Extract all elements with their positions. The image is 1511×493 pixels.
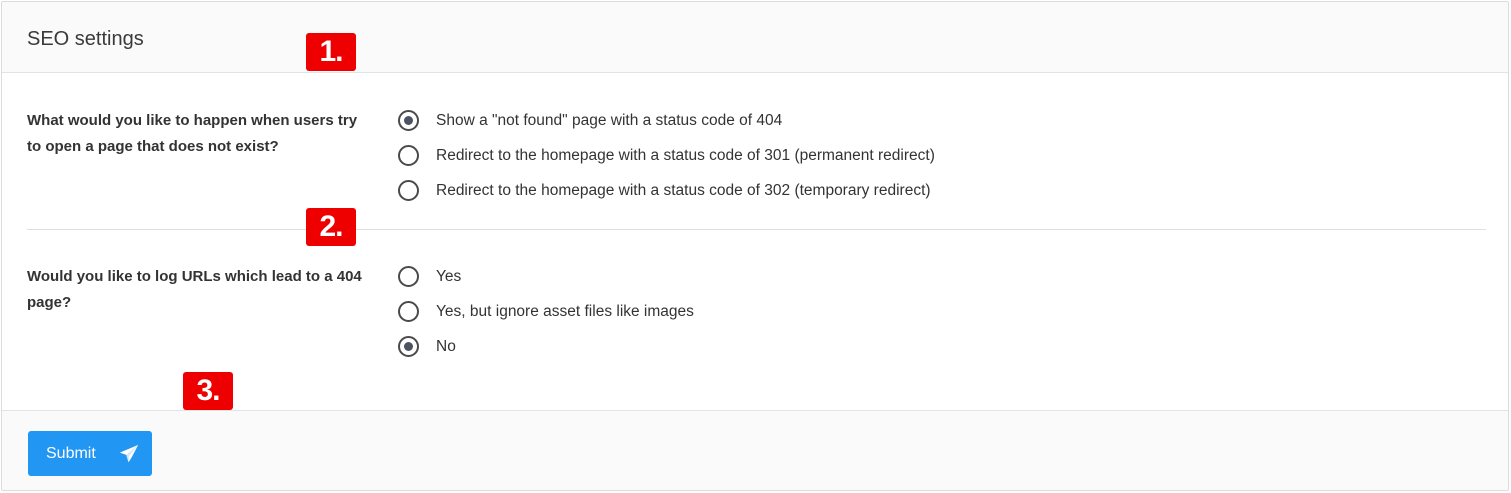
- annotation-marker-1: 1.: [306, 33, 356, 71]
- options-log-404-urls: Yes Yes, but ignore asset files like ima…: [398, 259, 694, 364]
- submit-button[interactable]: Submit: [28, 431, 152, 476]
- radio-button[interactable]: [398, 180, 419, 201]
- card-footer: Submit: [2, 410, 1508, 490]
- radio-option-404-page[interactable]: Show a "not found" page with a status co…: [398, 103, 935, 138]
- radio-option-label: Yes, but ignore asset files like images: [436, 302, 694, 320]
- paper-plane-icon: [118, 443, 140, 465]
- seo-settings-card: SEO settings 1. What would you like to h…: [1, 1, 1509, 491]
- options-404-behavior: Show a "not found" page with a status co…: [398, 103, 935, 208]
- question-log-404-urls: Would you like to log URLs which lead to…: [27, 268, 362, 311]
- radio-option-label: Redirect to the homepage with a status c…: [436, 181, 931, 199]
- radio-option-label: Show a "not found" page with a status co…: [436, 111, 783, 129]
- section-divider: [27, 229, 1486, 230]
- radio-option-redirect-302[interactable]: Redirect to the homepage with a status c…: [398, 173, 935, 208]
- radio-option-redirect-301[interactable]: Redirect to the homepage with a status c…: [398, 138, 935, 173]
- radio-option-label: No: [436, 337, 456, 355]
- page-title: SEO settings: [27, 28, 144, 50]
- radio-button[interactable]: [398, 110, 419, 131]
- radio-option-log-no[interactable]: No: [398, 329, 694, 364]
- annotation-marker-3: 3.: [183, 372, 233, 410]
- radio-button[interactable]: [398, 266, 419, 287]
- radio-button[interactable]: [398, 301, 419, 322]
- annotation-marker-2: 2.: [306, 208, 356, 246]
- radio-option-label: Yes: [436, 267, 462, 285]
- radio-button[interactable]: [398, 336, 419, 357]
- radio-button[interactable]: [398, 145, 419, 166]
- question-404-behavior: What would you like to happen when users…: [27, 112, 358, 155]
- radio-option-log-ignore-assets[interactable]: Yes, but ignore asset files like images: [398, 294, 694, 329]
- radio-option-label: Redirect to the homepage with a status c…: [436, 146, 935, 164]
- submit-button-label: Submit: [46, 444, 96, 462]
- card-header: SEO settings: [2, 2, 1508, 73]
- radio-option-log-yes[interactable]: Yes: [398, 259, 694, 294]
